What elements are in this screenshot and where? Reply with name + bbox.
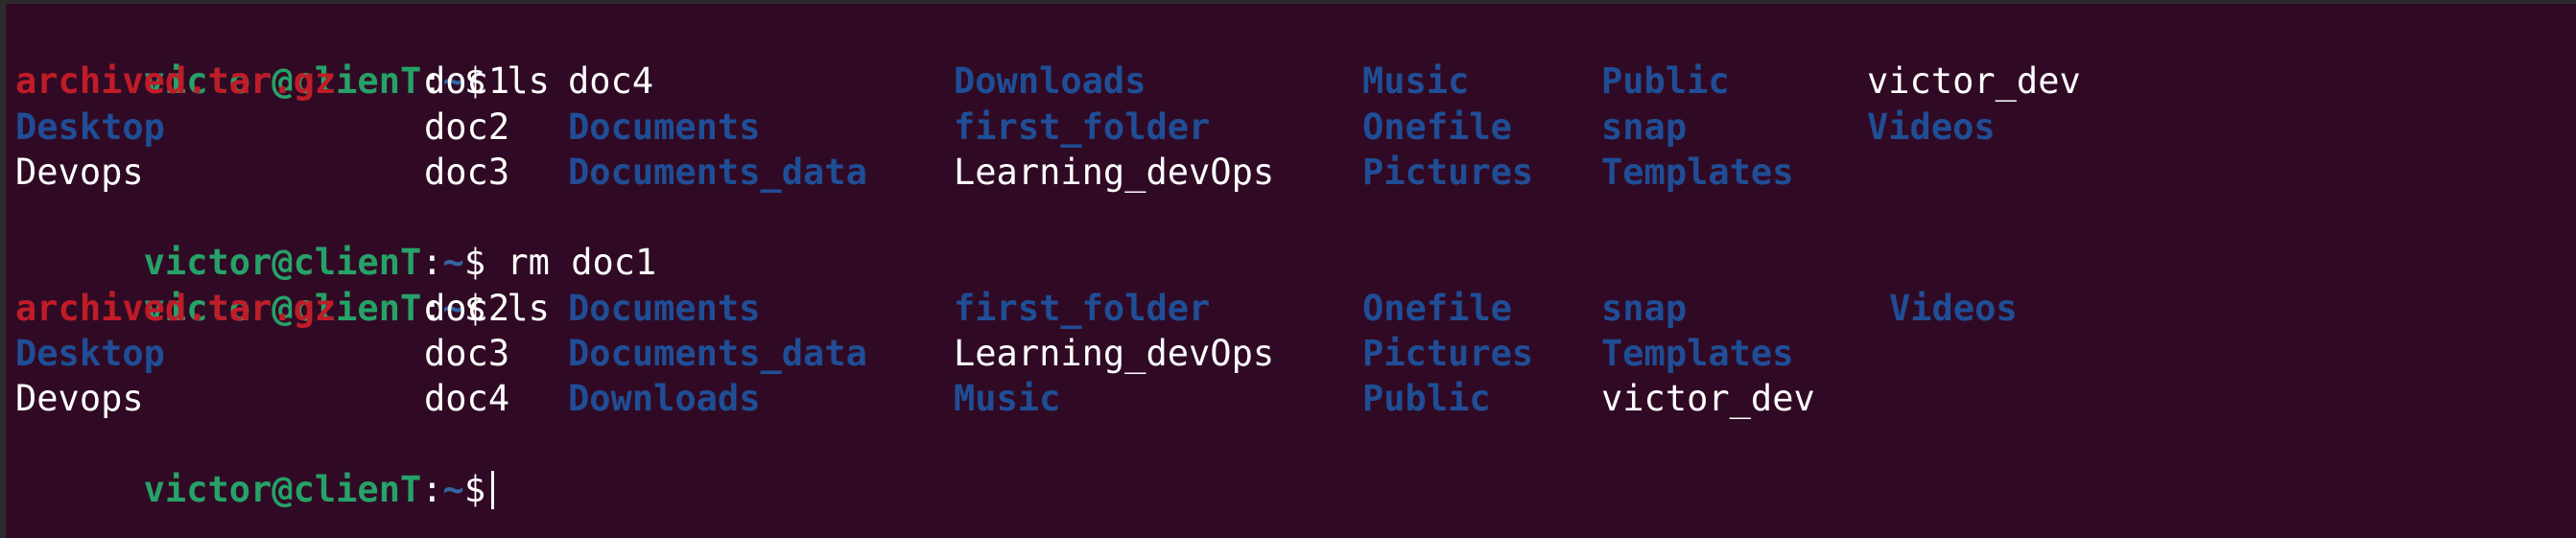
directory-entry: Downloads [568,378,761,420]
directory-entry: Music [1362,60,1470,103]
directory-entry: Onefile [1362,105,1512,148]
file-entry: doc2 [424,105,510,148]
listing-row: Devops doc3 Documents_data Learning_devO… [15,150,1793,195]
file-entry: Learning_devOps [954,151,1275,193]
directory-entry: Templates [1601,333,1794,375]
directory-entry: Templates [1601,151,1794,193]
directory-entry: Documents_data [568,151,867,193]
directory-entry: Videos [1889,287,2018,329]
file-entry: doc4 [424,378,510,420]
prompt-line: victor@clienT:~$ ls [15,13,656,102]
prompt-user-host: victor@clienT [143,468,422,510]
listing-row: Desktop doc3 Documents_data Learning_dev… [15,331,1793,376]
file-entry: victor_dev [1601,378,1815,420]
directory-entry: Pictures [1362,151,1534,193]
directory-entry: Documents [568,287,761,329]
directory-entry: snap [1601,105,1688,148]
directory-entry: Videos [1867,105,1996,148]
directory-entry: Documents_data [568,333,867,375]
directory-entry: Documents [568,105,761,148]
prompt-line: victor@clienT:~$ rm doc1 [15,195,657,283]
directory-entry: Desktop [15,105,165,148]
directory-entry: Desktop [15,333,165,375]
directory-entry: Music [954,378,1061,420]
file-entry: Devops [15,151,144,193]
active-prompt-line[interactable]: victor@clienT:~$ [15,422,656,510]
file-entry: doc3 [424,333,510,375]
terminal-output: victor@clienT:~$ ls archived.tar.gz doc1… [15,13,2081,510]
text-cursor[interactable] [491,470,495,509]
file-entry: Devops [15,378,144,420]
listing-row: archived.tar.gz doc2 Documents first_fol… [15,286,2018,331]
listing-row: archived.tar.gz doc1 doc4 Downloads Musi… [15,58,2081,104]
directory-entry: snap [1601,287,1688,329]
prompt-colon: : [421,468,443,510]
listing-row: Devops doc4 Downloads Music Public victo… [15,376,1815,421]
prompt-path: ~ [442,468,464,510]
directory-entry: Public [1362,378,1491,420]
file-entry: victor_dev [1867,60,2081,103]
file-entry: doc2 [424,287,510,329]
directory-entry: first_folder [954,287,1211,329]
file-entry: doc3 [424,151,510,193]
prompt-line: victor@clienT:~$ ls [15,240,656,329]
terminal-window[interactable]: victor@clienT:~$ ls archived.tar.gz doc1… [0,0,2576,538]
file-entry: doc4 [568,60,654,103]
archive-file-entry: archived.tar.gz [15,287,337,329]
directory-entry: Public [1601,60,1730,103]
archive-file-entry: archived.tar.gz [15,60,337,103]
file-entry: doc1 [424,60,510,103]
directory-entry: first_folder [954,105,1211,148]
directory-entry: Pictures [1362,333,1534,375]
directory-entry: Downloads [954,60,1146,103]
directory-entry: Onefile [1362,287,1512,329]
prompt-dollar: $ [463,468,486,510]
file-entry: Learning_devOps [954,333,1275,375]
listing-row: Desktop doc2 Documents first_folder Onef… [15,105,1996,150]
